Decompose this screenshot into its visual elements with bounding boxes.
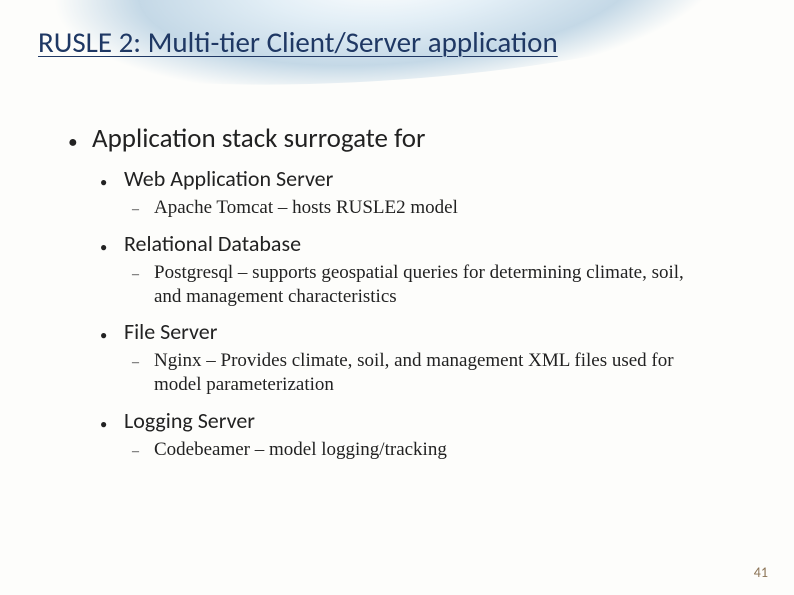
slide-title: RUSLE 2: Multi-tier Client/Server applic…	[38, 24, 558, 60]
bullet-dot-icon: ●	[100, 417, 124, 432]
level3-item: – Apache Tomcat – hosts RUSLE2 model	[132, 196, 734, 220]
page-number: 41	[754, 564, 768, 581]
level3-item: – Codebeamer – model logging/tracking	[132, 438, 734, 462]
level2-item: ● Relational Database	[100, 230, 734, 257]
bullet-dash-icon: –	[132, 267, 154, 283]
bullet-dash-icon: –	[132, 355, 154, 371]
level2-item: ● Logging Server	[100, 407, 734, 434]
level2-text: Web Application Server	[124, 165, 333, 192]
level3-text: Codebeamer – model logging/tracking	[154, 438, 447, 462]
bullet-dot-icon: ●	[100, 240, 124, 255]
level1-item: ● Application stack surrogate for	[68, 122, 734, 155]
level3-text: Postgresql – supports geospatial queries…	[154, 261, 714, 309]
level2-text: Relational Database	[124, 230, 301, 257]
level3-item: – Nginx – Provides climate, soil, and ma…	[132, 349, 734, 397]
bullet-dot-icon: ●	[100, 175, 124, 190]
level2-item: ● File Server	[100, 318, 734, 345]
bullet-dot-icon: ●	[100, 328, 124, 343]
level2-item: ● Web Application Server	[100, 165, 734, 192]
bullet-dash-icon: –	[132, 202, 154, 218]
bullet-dash-icon: –	[132, 444, 154, 460]
content-area: ● Application stack surrogate for ● Web …	[68, 122, 734, 468]
level3-text: Nginx – Provides climate, soil, and mana…	[154, 349, 714, 397]
level3-item: – Postgresql – supports geospatial queri…	[132, 261, 734, 309]
level2-text: File Server	[124, 318, 217, 345]
bullet-dot-icon: ●	[68, 134, 92, 152]
level2-text: Logging Server	[124, 407, 255, 434]
level1-text: Application stack surrogate for	[92, 122, 425, 155]
level3-text: Apache Tomcat – hosts RUSLE2 model	[154, 196, 458, 220]
